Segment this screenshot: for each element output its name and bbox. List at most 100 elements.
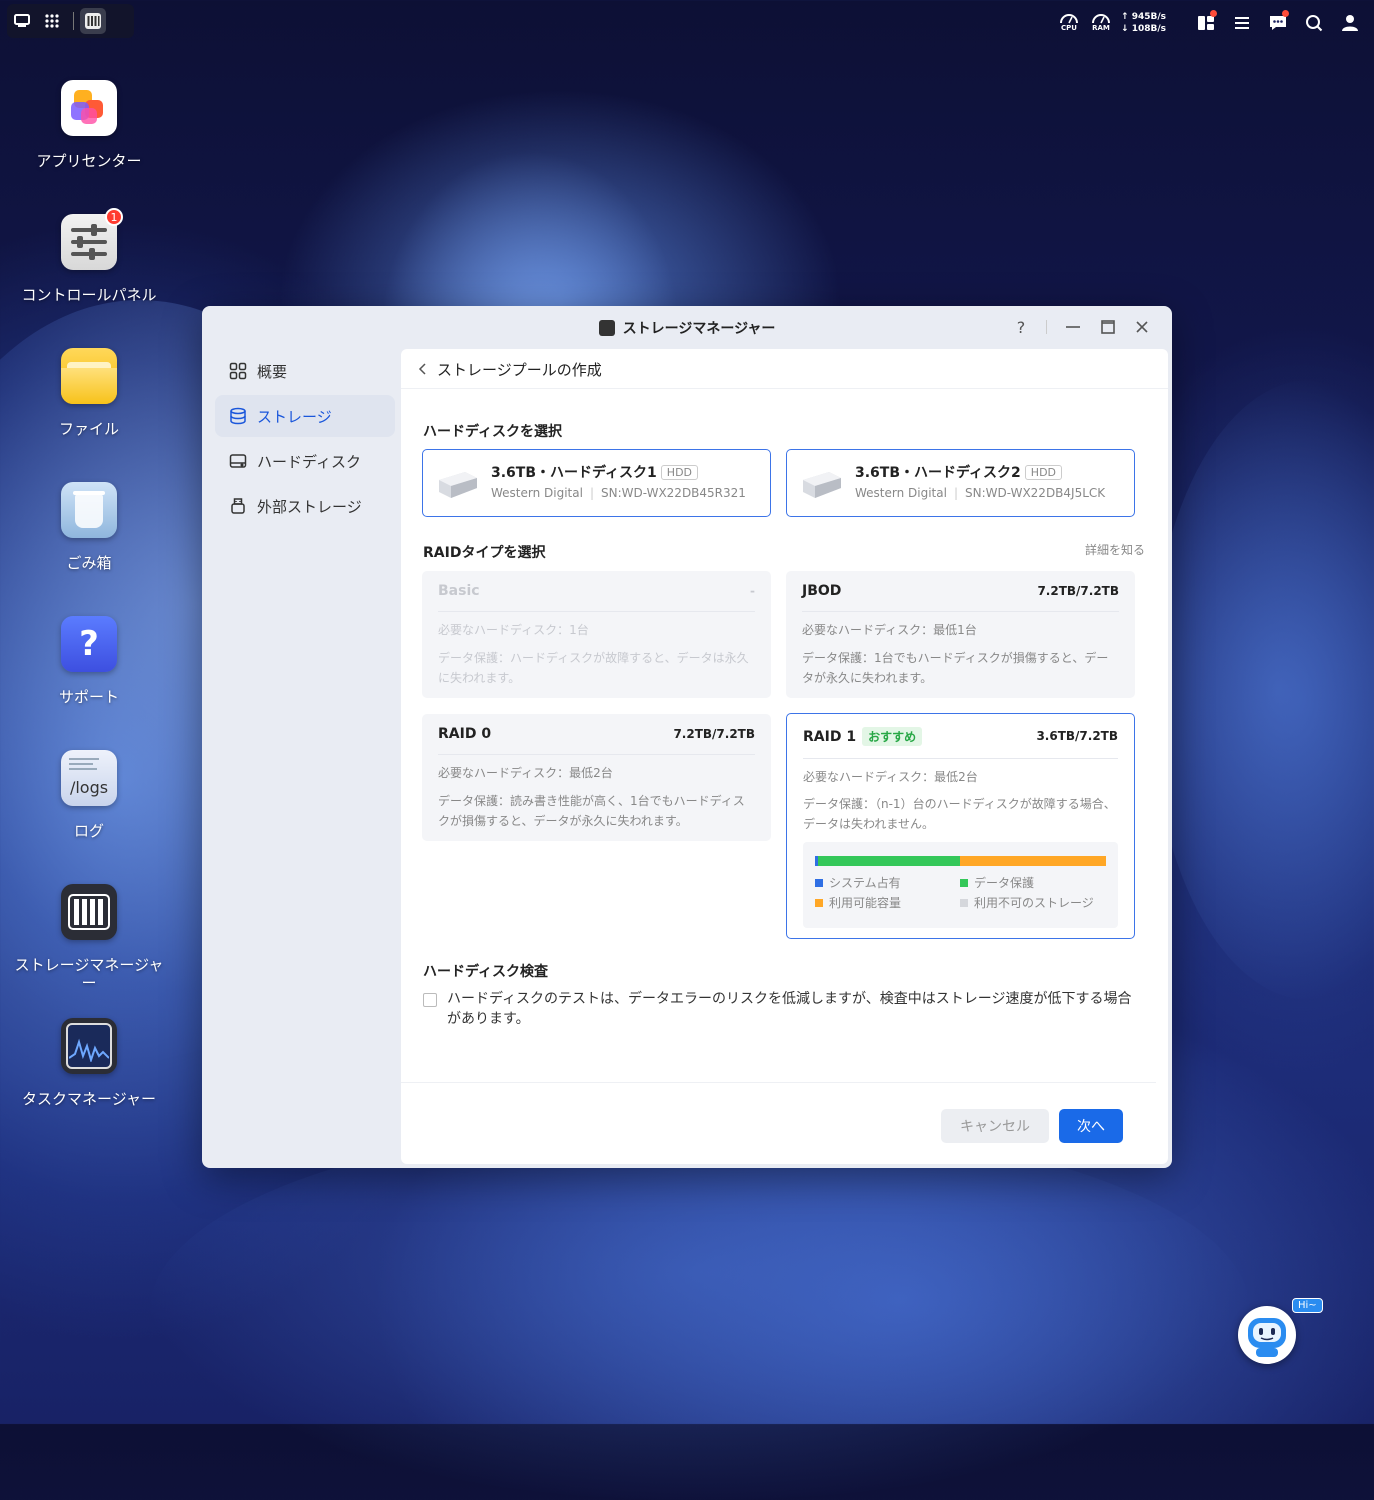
- disk-vendor: Western Digital: [491, 486, 583, 500]
- next-button[interactable]: 次へ: [1059, 1109, 1123, 1143]
- disk-serial: SN:WD-WX22DB45R321: [601, 486, 746, 500]
- storage-manager-taskbar-icon[interactable]: [80, 8, 106, 34]
- disk-card-2[interactable]: 3.6TB・ハードディスク2 HDD Western Digital | SN:WD-…: [786, 449, 1135, 517]
- raid-option-raid0[interactable]: RAID 0 7.2TB/7.2TB 必要なハードディスク：最低2台 データ保護…: [422, 714, 771, 841]
- disk-check-checkbox[interactable]: [423, 993, 437, 1007]
- legend-available: 利用可能容量: [815, 894, 901, 911]
- divider: [401, 388, 1168, 389]
- capacity-usage-box: システム占有 データ保護 利用可能容量 利用不可のストレージ: [803, 842, 1118, 928]
- raid-option-jbod[interactable]: JBOD 7.2TB/7.2TB 必要なハードディスク：最低1台 データ保護：1…: [786, 571, 1135, 698]
- task-list-icon[interactable]: [1228, 9, 1256, 37]
- sidebar-item-external-storage[interactable]: 外部ストレージ: [215, 485, 395, 527]
- sidebar-item-storage[interactable]: ストレージ: [215, 395, 395, 437]
- divider: [438, 611, 755, 612]
- minimize-button[interactable]: [1062, 316, 1084, 338]
- cancel-button[interactable]: キャンセル: [941, 1109, 1049, 1143]
- raid-capacity: -: [750, 584, 755, 598]
- control-panel-icon: 1: [61, 208, 123, 270]
- legend-label: システム占有: [829, 876, 901, 890]
- storage-manager-title-icon: [598, 320, 615, 336]
- desktop-icon-trash[interactable]: ごみ箱: [0, 482, 178, 572]
- raid-section-title: RAIDタイプを選択: [423, 545, 546, 561]
- close-button[interactable]: [1131, 316, 1153, 338]
- desktop-icon-label: タスクマネージャー: [22, 1090, 156, 1108]
- sidebar-item-overview[interactable]: 概要: [215, 350, 395, 392]
- sidebar: 概要 ストレージ ハードディスク 外部ストレージ: [215, 350, 395, 530]
- logs-icon-text: /logs: [69, 778, 109, 797]
- raid-requirement: 必要なハードディスク：1台: [438, 623, 589, 637]
- assistant-bot[interactable]: Hi~: [1232, 1296, 1323, 1372]
- disk-card-1[interactable]: 3.6TB・ハードディスク1 HDD Western Digital | SN:WD-…: [422, 449, 771, 517]
- raid-protection: データ保護：ハードディスクが故障すると、データは永久に失われます。: [438, 651, 749, 685]
- capacity-bar: [815, 856, 1106, 866]
- desktop-icon-label: ファイル: [58, 420, 119, 438]
- desktop-icon-logs[interactable]: /logs ログ: [0, 750, 178, 840]
- divider: [438, 754, 755, 755]
- network-speed[interactable]: ↑ 945B/s ↓ 108B/s: [1121, 11, 1166, 35]
- trash-icon: [61, 482, 117, 538]
- widgets-icon[interactable]: [1192, 9, 1220, 37]
- taskbar-divider: [73, 12, 74, 30]
- desktop-icon-task-manager[interactable]: タスクマネージャー: [0, 1018, 178, 1108]
- user-icon[interactable]: [1336, 9, 1364, 37]
- desktop-icon-app-center[interactable]: アプリセンター: [0, 80, 178, 170]
- legend-label: データ保護: [974, 876, 1035, 890]
- learn-more-link[interactable]: 詳細を知る: [1085, 541, 1145, 558]
- capacity-bar-available: [960, 856, 1106, 866]
- desktop-icon-label: ごみ箱: [66, 554, 112, 572]
- breadcrumb[interactable]: ストレージプールの作成: [417, 359, 602, 379]
- maximize-button[interactable]: [1097, 316, 1119, 338]
- desktop-icon-support[interactable]: ? サポート: [0, 616, 178, 706]
- help-button[interactable]: ?: [1010, 316, 1032, 338]
- system-tray: CPU RAM ↑ 945B/s ↓ 108B/s: [1057, 8, 1364, 38]
- messages-icon[interactable]: [1264, 9, 1292, 37]
- raid-requirement: 必要なハードディスク：最低1台: [802, 623, 977, 637]
- search-icon[interactable]: [1300, 9, 1328, 37]
- desktop-icon-label: ログ: [73, 822, 104, 840]
- hdd-icon: [439, 472, 477, 498]
- cpu-gauge[interactable]: CPU: [1057, 10, 1081, 36]
- raid-option-raid1[interactable]: RAID 1 おすすめ 3.6TB/7.2TB 必要なハードディスク：最低2台 デ…: [786, 713, 1135, 939]
- titlebar-divider: [1046, 320, 1047, 334]
- desktop-icon-control-panel[interactable]: 1 コントロールパネル: [0, 208, 178, 304]
- disk-check-description: ハードディスクのテストは、データエラーのリスクを低減しますが、検査中はストレージ…: [447, 991, 1132, 1027]
- folder-icon: [61, 348, 117, 404]
- desktop-icon-files[interactable]: ファイル: [0, 348, 178, 438]
- raid-capacity: 7.2TB/7.2TB: [673, 727, 755, 741]
- chevron-left-icon[interactable]: [417, 362, 429, 376]
- ram-gauge[interactable]: RAM: [1089, 10, 1113, 36]
- raid-name: RAID 0: [438, 726, 492, 742]
- desktop-icon-label: サポート: [58, 688, 119, 706]
- message-dot: [1282, 10, 1289, 17]
- disk-name: 3.6TB・ハードディスク1: [491, 465, 657, 481]
- sidebar-item-hard-disk[interactable]: ハードディスク: [215, 440, 395, 482]
- disk-name: 3.6TB・ハードディスク2: [855, 465, 1021, 481]
- disk-section-title: ハードディスクを選択: [423, 424, 563, 440]
- usb-drive-icon: [231, 498, 245, 514]
- app-grid-icon[interactable]: [37, 6, 67, 36]
- hdd-icon: [803, 472, 841, 498]
- legend-label: 利用可能容量: [829, 896, 902, 910]
- meta-separator: |: [589, 486, 594, 500]
- raid-capacity: 3.6TB/7.2TB: [1036, 729, 1118, 743]
- check-section-title: ハードディスク検査: [423, 964, 549, 980]
- desktop-icon-storage-manager[interactable]: ストレージマネージャー: [0, 884, 178, 992]
- app-center-icon: [61, 80, 117, 136]
- help-icon: ?: [61, 616, 117, 672]
- show-desktop-icon[interactable]: [7, 6, 37, 36]
- legend-label: 利用不可のストレージ: [974, 896, 1094, 910]
- legend-swatch: [815, 878, 823, 887]
- raid-protection: データ保護：（n-1）台のハードディスクが故障する場合、データは失われません。: [803, 797, 1116, 831]
- legend-system: システム占有: [815, 874, 901, 891]
- capacity-bar-protection: [817, 856, 961, 866]
- upload-arrow-icon: ↑: [1121, 12, 1132, 22]
- hdd-icon: [229, 454, 247, 468]
- legend-swatch: [960, 898, 968, 907]
- divider: [802, 611, 1119, 612]
- sidebar-item-label: 外部ストレージ: [257, 497, 362, 516]
- raid-protection: データ保護：1台でもハードディスクが損傷すると、データが永久に失われます。: [802, 651, 1109, 685]
- meta-separator: |: [953, 486, 958, 500]
- sidebar-item-label: ストレージ: [257, 407, 332, 426]
- window-titlebar[interactable]: ストレージマネージャー ?: [202, 306, 1172, 348]
- raid-option-basic: Basic - 必要なハードディスク：1台 データ保護：ハードディスクが故障する…: [422, 571, 771, 698]
